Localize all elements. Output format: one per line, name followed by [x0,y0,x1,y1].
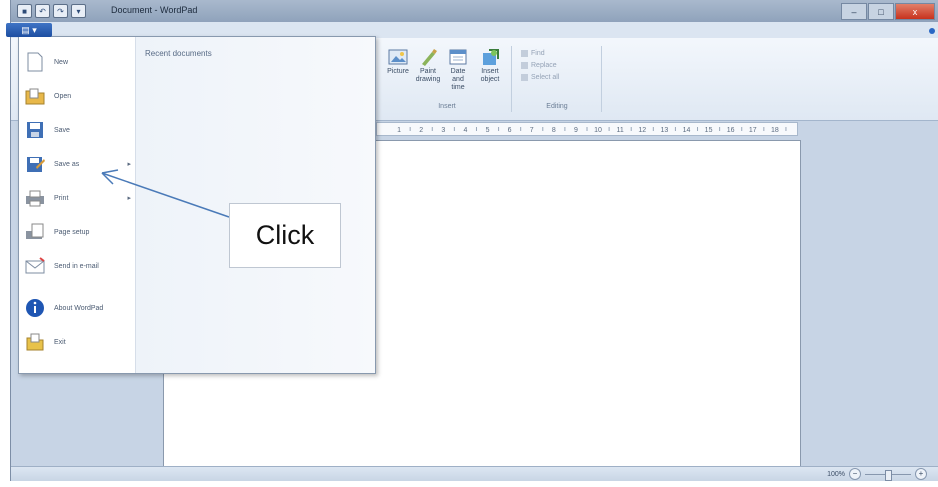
picture-button[interactable]: Picture [385,48,411,76]
ruler-number: 3 [441,127,445,134]
click-callout: Click [229,203,341,268]
ribbon-group-insert: Picture Paint drawing Date and time Inse… [383,46,512,112]
print-icon [24,187,46,209]
menu-item-exit[interactable]: Exit [23,327,131,357]
ruler-number: 6 [508,127,512,134]
menu-item-page-setup[interactable]: Page setup [23,217,131,247]
ruler-number: 5 [486,127,490,134]
qat-redo-icon[interactable]: ↷ [53,4,68,18]
ribbon-group-editing: Find Replace Select all Editing [513,46,602,112]
paint-drawing-button[interactable]: Paint drawing [415,48,441,84]
ruler-number: 13 [660,127,668,134]
zoom-slider-thumb[interactable] [885,469,892,481]
ruler-number: 15 [705,127,713,134]
find-button[interactable]: Find [521,50,545,57]
ruler-number: 4 [463,127,467,134]
maximize-button[interactable]: □ [868,3,894,20]
open-folder-icon [24,85,46,107]
ruler-number: 12 [638,127,646,134]
close-button[interactable]: x [895,3,935,20]
recent-documents-title: Recent documents [145,49,212,58]
ruler-number: 17 [749,127,757,134]
application-menu-button[interactable]: ▤ ▾ [6,23,52,37]
ruler-number: 1 [397,127,401,134]
exit-icon [24,331,46,353]
zoom-control: 100% − + [827,468,927,481]
submenu-arrow-icon: ▸ [127,195,131,202]
ruler-number: 18 [771,127,779,134]
info-icon [24,297,46,319]
new-document-icon [24,51,46,73]
page-setup-icon [24,221,46,243]
menu-item-new[interactable]: New [23,47,131,77]
save-as-icon [24,153,46,175]
zoom-level: 100% [827,470,845,478]
email-icon [24,255,46,277]
date-time-icon [448,48,468,66]
replace-icon [521,62,528,69]
qat-customize-icon[interactable]: ▾ [71,4,86,18]
find-icon [521,50,528,57]
horizontal-ruler[interactable]: 1 2 3 4 5 6 7 8 9 10 11 12 13 14 15 16 17 18 [376,122,798,136]
date-time-button[interactable]: Date and time [445,48,471,92]
ruler-number: 9 [574,127,578,134]
menu-item-print[interactable]: Print ▸ [23,183,131,213]
menu-item-open[interactable]: Open [23,81,131,111]
app-menu-commands: New Open Save Save as ▸ Print ▸ Page set… [19,37,136,373]
insert-object-button[interactable]: Insert object [477,48,503,84]
picture-icon [388,48,408,66]
select-all-icon [521,74,528,81]
save-icon [24,119,46,141]
qat-save-icon[interactable]: ■ [17,4,32,18]
window-controls: – □ x [841,3,935,20]
help-icon[interactable] [929,28,935,34]
callout-text: Click [255,220,315,250]
app-menu-icon: ▤ ▾ [21,24,37,35]
ruler-number: 2 [419,127,423,134]
menu-item-about[interactable]: About WordPad [23,293,131,323]
menu-item-send-email[interactable]: Send in e-mail [23,251,131,281]
ruler-number: 8 [552,127,556,134]
ruler-number: 7 [530,127,534,134]
qat-undo-icon[interactable]: ↶ [35,4,50,18]
insert-object-icon [480,48,500,66]
ruler-marks: 1 2 3 4 5 6 7 8 9 10 11 12 13 14 15 16 17 18 [397,127,787,134]
ruler-number: 16 [727,127,735,134]
menu-item-save-as[interactable]: Save as ▸ [23,149,131,179]
ruler-number: 10 [594,127,602,134]
ruler-number: 11 [617,127,624,134]
window-title: Document - WordPad [111,5,198,15]
zoom-in-button[interactable]: + [915,468,927,480]
menu-item-save[interactable]: Save [23,115,131,145]
status-bar: 100% − + [11,466,938,481]
select-all-button[interactable]: Select all [521,74,559,81]
paint-drawing-icon [418,48,438,66]
zoom-slider[interactable] [865,469,911,481]
ruler-number: 14 [683,127,691,134]
replace-button[interactable]: Replace [521,62,557,69]
submenu-arrow-icon: ▸ [127,161,131,168]
zoom-out-button[interactable]: − [849,468,861,480]
minimize-button[interactable]: – [841,3,867,20]
quick-access-toolbar: ■ ↶ ↷ ▾ [17,4,86,18]
title-bar: ■ ↶ ↷ ▾ Document - WordPad – □ x [11,0,938,22]
